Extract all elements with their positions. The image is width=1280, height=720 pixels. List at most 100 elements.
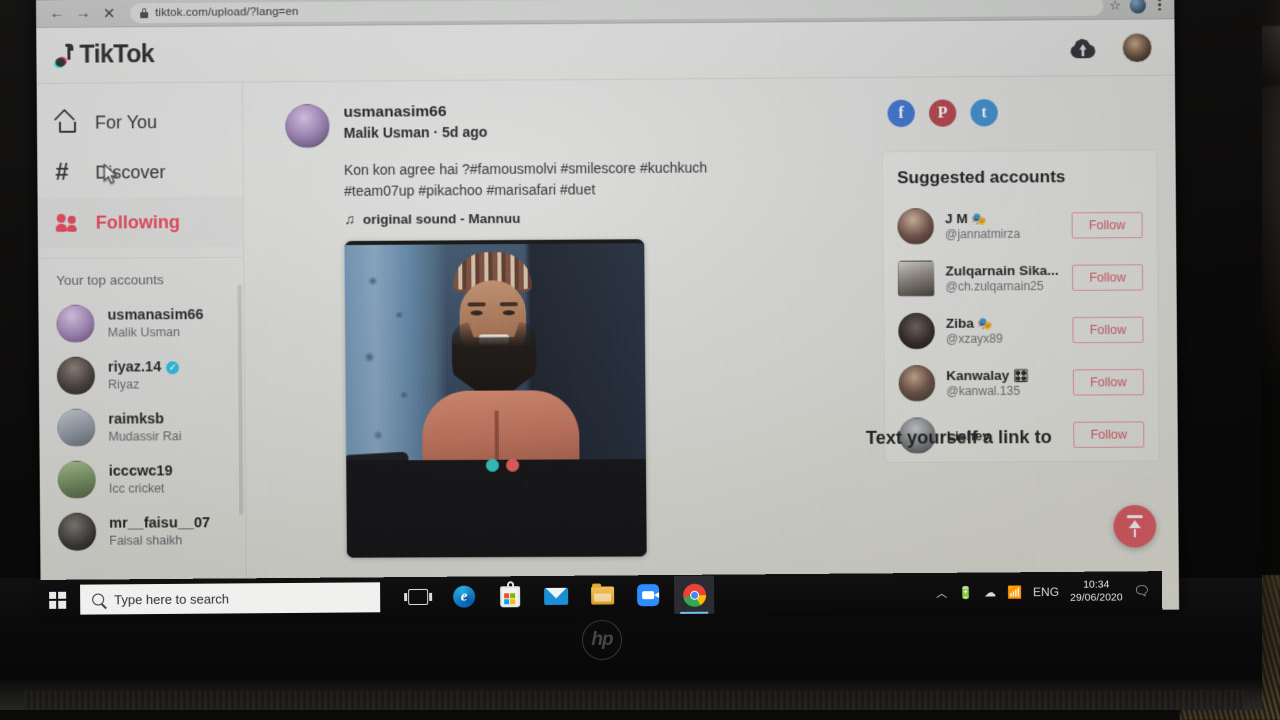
video-subject — [422, 250, 580, 472]
account-display-name: Malik Usman — [107, 325, 181, 340]
back-button[interactable]: ← — [44, 0, 70, 26]
mail-icon[interactable] — [536, 577, 576, 615]
tiktok-logo[interactable]: TikTok — [54, 40, 154, 70]
follow-button[interactable]: Follow — [1072, 316, 1144, 344]
list-item[interactable]: icccwc19 Icc cricket — [40, 453, 246, 506]
notification-icon[interactable]: 🗨 — [1134, 583, 1151, 599]
top-accounts-title: Your top accounts — [56, 272, 164, 288]
bookmark-star-icon[interactable]: ☆ — [1109, 0, 1121, 13]
avatar — [897, 208, 935, 245]
twitter-share-icon[interactable]: t — [970, 99, 998, 127]
account-text: icccwc19 Icc cricket — [109, 464, 173, 496]
verified-badge-icon: ✓ — [166, 361, 180, 375]
text-yourself-link-heading: Text yourself a link to — [865, 426, 1052, 448]
clock-date: 29/06/2020 — [1070, 591, 1123, 604]
task-view-icon[interactable] — [398, 578, 438, 616]
follow-button[interactable]: Follow — [1071, 211, 1143, 239]
fab-bar-icon — [1126, 515, 1143, 518]
avatar — [898, 312, 935, 350]
start-button[interactable] — [34, 580, 80, 620]
avatar — [56, 304, 95, 343]
laptop-screen: ← → ✕ tiktok.com/upload/?lang=en ☆ TikTo… — [36, 0, 1180, 615]
account-username: riyaz.14 ✓ — [108, 359, 180, 376]
laptop-keyboard-deck — [24, 690, 1244, 710]
video-loading-indicator — [485, 458, 520, 472]
account-text: raimksb Mudassir Rai — [108, 411, 182, 444]
account-display-name: Riyaz — [107, 377, 140, 392]
language-indicator[interactable]: ENG — [1033, 585, 1059, 599]
video-player[interactable] — [344, 239, 647, 558]
upload-cloud-icon[interactable] — [1070, 37, 1096, 58]
fab-arrow-stem — [1133, 528, 1137, 538]
stop-button[interactable]: ✕ — [96, 0, 122, 26]
list-item[interactable]: Zulqarnain Sika... @ch.zulqarnain25 Foll… — [897, 251, 1144, 305]
account-text: riyaz.14 ✓ Riyaz — [108, 359, 180, 391]
sidebar-item-discover[interactable]: # Discover — [37, 147, 243, 198]
browser-profile-avatar[interactable] — [1130, 0, 1147, 14]
search-icon — [92, 593, 105, 606]
pinterest-share-icon[interactable]: P — [928, 99, 957, 127]
scroll-to-top-button[interactable] — [1113, 504, 1157, 548]
account-username: mr__faisu__07 — [109, 515, 211, 532]
sidebar-item-following[interactable]: Following — [37, 196, 244, 248]
sidebar: For You # Discover Following Your top ac… — [36, 82, 248, 615]
forward-button[interactable]: → — [70, 0, 96, 26]
follow-button[interactable]: Follow — [1071, 264, 1144, 291]
list-item[interactable]: J M 🎭 @jannatmirza Follow — [897, 199, 1143, 253]
list-item[interactable]: raimksb Mudassir Rai — [39, 401, 245, 454]
avatar — [898, 365, 936, 402]
account-username: raimksb — [108, 411, 165, 428]
avatar — [57, 460, 96, 499]
video-curtain — [350, 252, 425, 459]
suggested-accounts-card: Suggested accounts J M 🎭 @jannatmirza Fo… — [881, 149, 1160, 463]
browser-toolbar-right: ☆ — [1109, 0, 1166, 14]
hp-logo: hp — [582, 620, 622, 660]
laptop-photo: hp ← → ✕ tiktok.com/upload/?lang=en ☆ Ti… — [0, 0, 1280, 720]
post-author-avatar[interactable] — [285, 103, 330, 149]
file-explorer-icon[interactable] — [582, 576, 622, 614]
account-display-name: Faisal shaikh — [109, 533, 183, 548]
post-username[interactable]: usmanasim66 — [343, 103, 487, 122]
wifi-icon[interactable]: 📶 — [1007, 585, 1022, 599]
fab-arrow-icon — [1128, 519, 1141, 528]
tray-expand-icon[interactable]: ︿ — [936, 585, 947, 601]
video-thumbnail — [344, 243, 646, 472]
list-item[interactable]: usmanasim66 Malik Usman — [38, 297, 244, 350]
home-icon — [53, 108, 79, 134]
list-item[interactable]: Kanwalay 🎛 @kanwal.135 Follow — [898, 356, 1145, 410]
avatar — [56, 356, 96, 395]
page-body: For You # Discover Following Your top ac… — [36, 76, 1179, 615]
post-caption: Kon kon agree hai ?#famousmolvi #smilesc… — [343, 159, 708, 199]
windows-logo-icon — [48, 591, 66, 609]
clock-time: 10:34 — [1083, 578, 1110, 591]
suggested-account-name: Kanwalay 🎛 — [946, 367, 1029, 384]
chrome-menu-icon[interactable] — [1155, 0, 1164, 11]
list-item[interactable]: mr__faisu__07 Faisal shaikh — [40, 505, 246, 558]
post-sound-label: original sound - Mannuu — [362, 210, 521, 227]
address-bar[interactable]: tiktok.com/upload/?lang=en — [130, 0, 1104, 23]
user-avatar[interactable] — [1121, 32, 1153, 63]
suggested-account-info: Ziba 🎭 @xzayx89 — [946, 315, 1062, 346]
emoji-badge-icon: 🎭 — [977, 316, 994, 331]
sidebar-item-for-you[interactable]: For You — [37, 97, 243, 148]
avatar — [58, 512, 97, 551]
facebook-share-icon[interactable]: f — [887, 99, 915, 128]
avatar — [897, 260, 935, 297]
onedrive-icon[interactable]: ☁ — [984, 585, 996, 599]
list-item[interactable]: riyaz.14 ✓ Riyaz — [39, 349, 245, 402]
taskbar-icons: e — [398, 575, 715, 616]
edge-icon[interactable]: e — [444, 577, 484, 615]
microsoft-store-icon[interactable] — [490, 577, 530, 615]
video-letterbox — [346, 459, 647, 558]
clock[interactable]: 10:34 29/06/2020 — [1070, 578, 1123, 604]
search-placeholder: Type here to search — [114, 590, 230, 607]
follow-button[interactable]: Follow — [1072, 369, 1144, 396]
list-item[interactable]: Ziba 🎭 @xzayx89 Follow — [898, 304, 1144, 358]
search-input[interactable]: Type here to search — [80, 582, 381, 615]
account-display-name: Icc cricket — [108, 481, 165, 496]
chrome-icon[interactable] — [673, 575, 715, 614]
zoom-icon[interactable] — [628, 576, 668, 614]
suggested-account-handle: @ch.zulqarnain25 — [945, 278, 1044, 294]
battery-icon[interactable]: 🔋 — [958, 586, 973, 600]
account-display-name: Mudassir Rai — [108, 429, 182, 444]
